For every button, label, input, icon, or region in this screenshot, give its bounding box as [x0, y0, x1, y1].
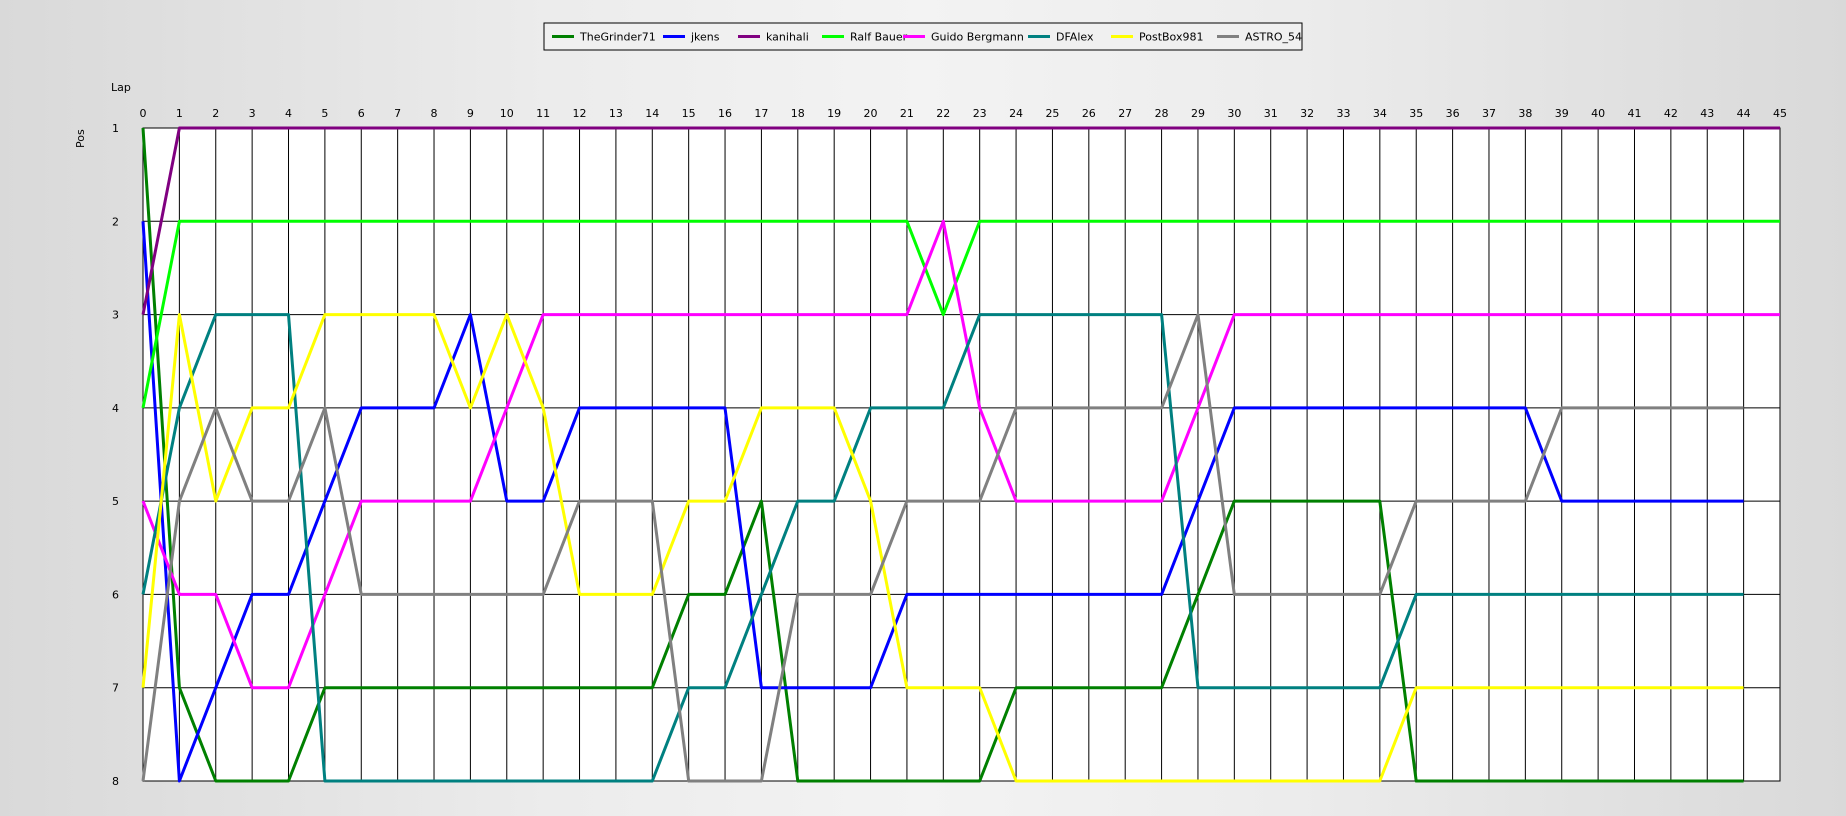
x-tick-label-30: 30	[1227, 107, 1241, 120]
y-tick-label-6: 7	[112, 682, 119, 695]
legend: TheGrinder71 jkens kanihali Ralf Bauer Guido…	[543, 22, 1303, 51]
x-tick-label-32: 32	[1300, 107, 1314, 120]
x-tick-label-28: 28	[1155, 107, 1169, 120]
x-tick-label-21: 21	[900, 107, 914, 120]
x-tick-label-24: 24	[1009, 107, 1023, 120]
y-tick-label-5: 6	[112, 588, 119, 601]
x-tick-label-22: 22	[936, 107, 950, 120]
x-tick-label-42: 42	[1664, 107, 1678, 120]
legend-label-7: ASTRO_54	[1245, 31, 1302, 44]
legend-label-6: PostBox981	[1139, 31, 1203, 44]
x-tick-label-34: 34	[1373, 107, 1387, 120]
x-tick-labels: 0 1 2 3 4 5 6 7 8 9 10 11 12 13 14 15 16 17 18 19 20 21 22 23 24…	[140, 107, 1788, 120]
x-tick-label-27: 27	[1118, 107, 1132, 120]
x-axis-label: Lap	[111, 81, 131, 94]
x-tick-label-18: 18	[791, 107, 805, 120]
x-tick-label-43: 43	[1700, 107, 1714, 120]
legend-label-1: jkens	[690, 31, 720, 44]
x-tick-label-23: 23	[973, 107, 987, 120]
x-tick-label-31: 31	[1264, 107, 1278, 120]
x-tick-label-44: 44	[1737, 107, 1751, 120]
x-tick-label-20: 20	[864, 107, 878, 120]
x-tick-label-19: 19	[827, 107, 841, 120]
x-tick-label-15: 15	[682, 107, 696, 120]
legend-label-2: kanihali	[766, 31, 809, 44]
x-tick-label-37: 37	[1482, 107, 1496, 120]
x-tick-label-6: 6	[358, 107, 365, 120]
x-tick-label-29: 29	[1191, 107, 1205, 120]
x-tick-label-45: 45	[1773, 107, 1787, 120]
x-tick-label-25: 25	[1045, 107, 1059, 120]
legend-label-5: DFAlex	[1056, 31, 1094, 44]
x-tick-label-9: 9	[467, 107, 474, 120]
x-tick-label-39: 39	[1555, 107, 1569, 120]
x-tick-label-40: 40	[1591, 107, 1605, 120]
y-tick-label-0: 1	[112, 122, 119, 135]
x-tick-label-33: 33	[1336, 107, 1350, 120]
legend-label-4: Guido Bergmann	[931, 31, 1024, 44]
x-tick-label-26: 26	[1082, 107, 1096, 120]
x-tick-label-4: 4	[285, 107, 292, 120]
x-tick-label-5: 5	[321, 107, 328, 120]
legend-label-3: Ralf Bauer	[850, 31, 908, 44]
legend-label-0: TheGrinder71	[579, 31, 656, 44]
x-tick-label-14: 14	[645, 107, 659, 120]
x-tick-label-0: 0	[140, 107, 147, 120]
x-tick-label-1: 1	[176, 107, 183, 120]
y-tick-label-4: 5	[112, 495, 119, 508]
x-tick-label-10: 10	[500, 107, 514, 120]
x-tick-label-16: 16	[718, 107, 732, 120]
x-tick-label-17: 17	[754, 107, 768, 120]
x-tick-label-12: 12	[573, 107, 587, 120]
x-tick-label-41: 41	[1627, 107, 1641, 120]
x-tick-label-38: 38	[1518, 107, 1532, 120]
plot-area	[142, 127, 1781, 782]
lap-position-chart: TheGrinder71 jkens kanihali Ralf Bauer Guido…	[74, 22, 1788, 788]
x-tick-label-36: 36	[1446, 107, 1460, 120]
y-tick-label-2: 3	[112, 309, 119, 322]
y-tick-label-7: 8	[112, 775, 119, 788]
y-tick-label-1: 2	[112, 215, 119, 228]
y-axis-label: Pos	[74, 129, 87, 148]
x-tick-label-13: 13	[609, 107, 623, 120]
y-tick-label-3: 4	[112, 402, 119, 415]
x-tick-label-3: 3	[249, 107, 256, 120]
x-tick-label-2: 2	[212, 107, 219, 120]
x-tick-label-8: 8	[431, 107, 438, 120]
y-tick-labels: 1 2 3 4 5 6 7 8	[112, 122, 119, 788]
x-tick-label-7: 7	[394, 107, 401, 120]
x-tick-label-11: 11	[536, 107, 550, 120]
x-tick-label-35: 35	[1409, 107, 1423, 120]
